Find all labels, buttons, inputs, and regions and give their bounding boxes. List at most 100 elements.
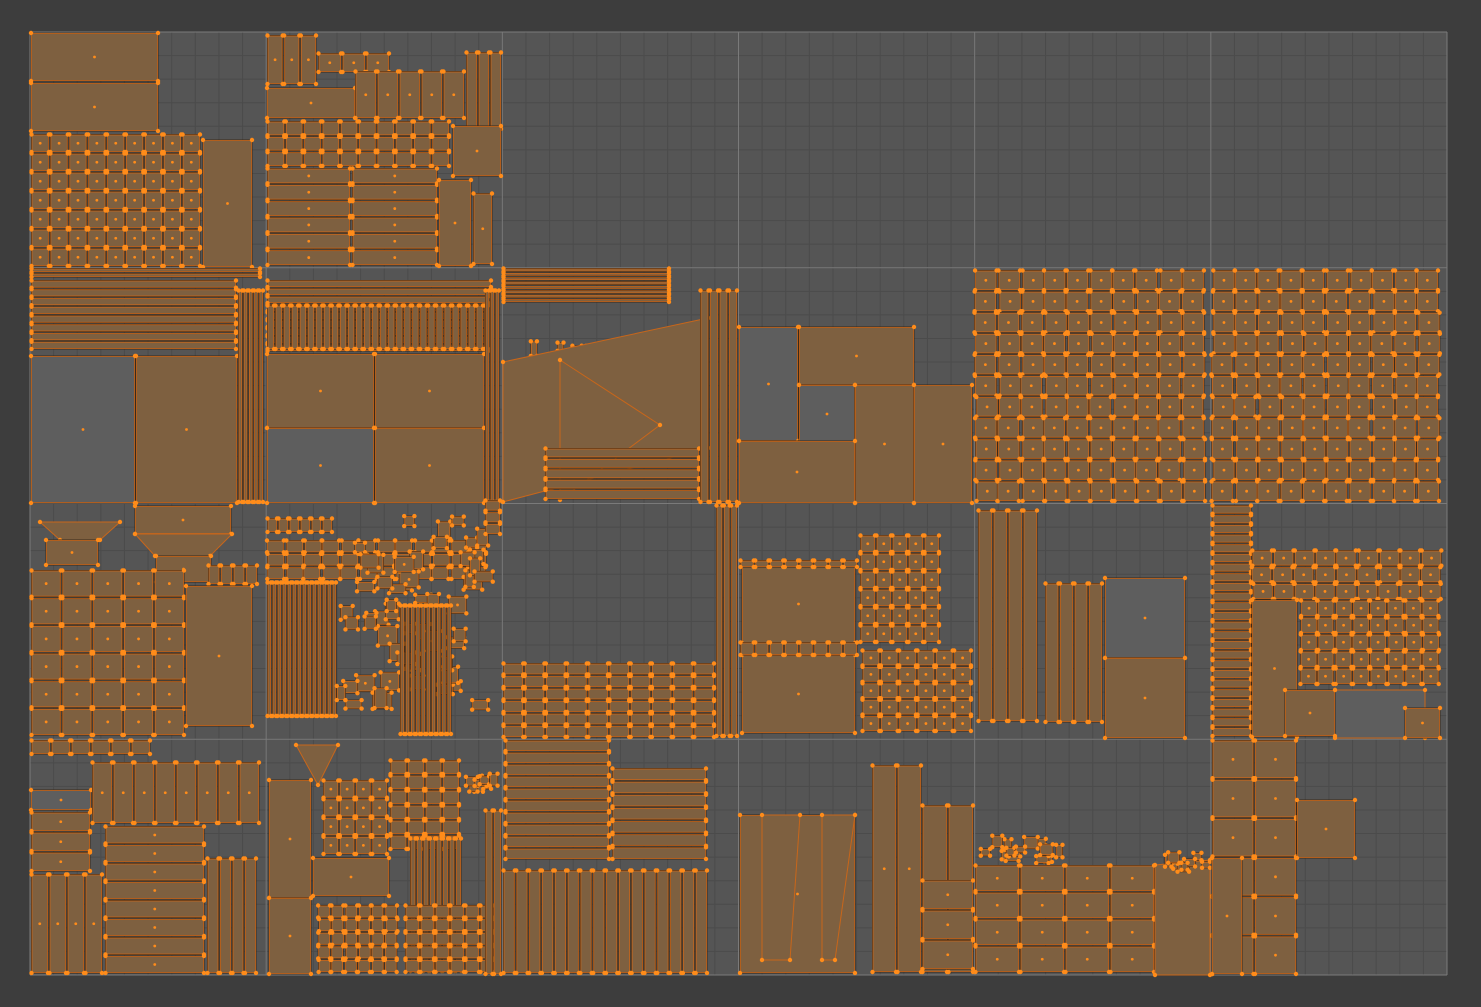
vertex-dot-icon[interactable] [446, 149, 452, 155]
vertex-dot-icon[interactable] [109, 738, 114, 743]
vertex-dot-icon[interactable] [85, 246, 91, 251]
vertex-dot-icon[interactable] [906, 623, 911, 628]
vertex-dot-icon[interactable] [284, 564, 289, 570]
vertex-dot-icon[interactable] [343, 683, 348, 689]
vertex-dot-icon[interactable] [369, 303, 375, 308]
vertex-dot-icon[interactable] [1156, 373, 1162, 379]
uv-face[interactable] [359, 553, 380, 569]
uv-face[interactable] [322, 518, 333, 533]
uv-face[interactable] [587, 725, 609, 738]
vertex-dot-icon[interactable] [922, 587, 927, 592]
vertex-dot-icon[interactable] [1414, 458, 1419, 463]
vertex-dot-icon[interactable] [995, 498, 1000, 504]
vertex-dot-icon[interactable] [1346, 331, 1352, 336]
vertex-dot-icon[interactable] [450, 123, 456, 129]
vertex-dot-icon[interactable] [281, 346, 286, 352]
vertex-dot-icon[interactable] [49, 751, 54, 757]
uv-face[interactable] [740, 642, 755, 656]
vertex-dot-icon[interactable] [995, 310, 1000, 315]
vertex-dot-icon[interactable] [1111, 394, 1117, 400]
vertex-dot-icon[interactable] [1231, 394, 1237, 400]
vertex-dot-icon[interactable] [233, 339, 239, 344]
vertex-dot-icon[interactable] [389, 706, 394, 712]
vertex-dot-icon[interactable] [906, 605, 911, 610]
vertex-dot-icon[interactable] [448, 603, 454, 608]
vertex-dot-icon[interactable] [343, 706, 348, 711]
vertex-dot-icon[interactable] [711, 673, 717, 679]
vertex-dot-icon[interactable] [361, 346, 367, 352]
vertex-dot-icon[interactable] [649, 723, 655, 729]
vertex-dot-icon[interactable] [464, 611, 469, 616]
vertex-dot-icon[interactable] [28, 30, 34, 36]
vertex-dot-icon[interactable] [915, 648, 920, 653]
vertex-dot-icon[interactable] [142, 189, 148, 194]
vertex-dot-icon[interactable] [249, 723, 255, 729]
uv-face[interactable] [286, 553, 304, 567]
vertex-dot-icon[interactable] [461, 646, 467, 651]
vertex-dot-icon[interactable] [1180, 310, 1185, 315]
uv-face[interactable] [413, 136, 432, 152]
vertex-dot-icon[interactable] [208, 553, 214, 559]
vertex-dot-icon[interactable] [390, 586, 395, 591]
vertex-dot-icon[interactable] [995, 415, 1000, 421]
vertex-dot-icon[interactable] [1016, 479, 1022, 484]
vertex-dot-icon[interactable] [1324, 268, 1329, 273]
vertex-dot-icon[interactable] [142, 208, 148, 213]
vertex-dot-icon[interactable] [373, 626, 379, 632]
uv-face[interactable] [754, 642, 769, 656]
vertex-dot-icon[interactable] [1133, 268, 1138, 273]
vertex-dot-icon[interactable] [254, 581, 260, 587]
vertex-dot-icon[interactable] [417, 346, 423, 352]
vertex-dot-icon[interactable] [711, 723, 717, 729]
vertex-dot-icon[interactable] [852, 500, 858, 506]
vertex-dot-icon[interactable] [483, 509, 488, 515]
vertex-dot-icon[interactable] [753, 640, 758, 645]
vertex-dot-icon[interactable] [233, 304, 239, 309]
vertex-dot-icon[interactable] [1437, 310, 1442, 315]
vertex-dot-icon[interactable] [996, 394, 1002, 400]
vertex-dot-icon[interactable] [273, 346, 278, 352]
uv-face[interactable] [672, 675, 694, 688]
uv-face[interactable] [395, 151, 413, 167]
uv-face[interactable] [471, 699, 489, 711]
vertex-dot-icon[interactable] [359, 697, 364, 703]
vertex-dot-icon[interactable] [458, 688, 463, 694]
vertex-dot-icon[interactable] [265, 303, 270, 308]
vertex-dot-icon[interactable] [996, 331, 1001, 336]
vertex-dot-icon[interactable] [717, 288, 722, 293]
vertex-dot-icon[interactable] [298, 529, 303, 535]
vertex-dot-icon[interactable] [1279, 437, 1284, 442]
uv-face[interactable] [651, 663, 673, 675]
vertex-dot-icon[interactable] [767, 558, 773, 563]
vertex-dot-icon[interactable] [936, 639, 942, 645]
vertex-dot-icon[interactable] [338, 603, 343, 609]
vertex-dot-icon[interactable] [995, 437, 1001, 442]
vertex-dot-icon[interactable] [968, 648, 974, 653]
vertex-dot-icon[interactable] [121, 568, 127, 573]
vertex-dot-icon[interactable] [972, 310, 977, 315]
vertex-dot-icon[interactable] [67, 246, 72, 251]
vertex-dot-icon[interactable] [936, 587, 942, 592]
vertex-dot-icon[interactable] [155, 128, 161, 134]
vertex-dot-icon[interactable] [1020, 289, 1025, 294]
vertex-dot-icon[interactable] [543, 467, 548, 472]
uv-face[interactable] [208, 565, 220, 585]
vertex-dot-icon[interactable] [1233, 289, 1238, 294]
vertex-dot-icon[interactable] [180, 208, 185, 213]
vertex-dot-icon[interactable] [1302, 331, 1307, 336]
uv-face[interactable] [784, 642, 799, 656]
vertex-dot-icon[interactable] [996, 352, 1001, 358]
vertex-dot-icon[interactable] [1202, 458, 1208, 463]
uv-face[interactable] [347, 305, 355, 350]
vertex-dot-icon[interactable] [1369, 373, 1375, 379]
vertex-dot-icon[interactable] [692, 698, 697, 704]
uv-face[interactable] [358, 136, 377, 152]
vertex-dot-icon[interactable] [1020, 268, 1025, 273]
vertex-dot-icon[interactable] [48, 170, 53, 175]
vertex-dot-icon[interactable] [309, 529, 314, 535]
vertex-dot-icon[interactable] [1088, 498, 1093, 504]
vertex-dot-icon[interactable] [736, 324, 742, 330]
vertex-dot-icon[interactable] [411, 554, 416, 559]
vertex-dot-icon[interactable] [372, 579, 377, 585]
vertex-dot-icon[interactable] [365, 570, 370, 575]
